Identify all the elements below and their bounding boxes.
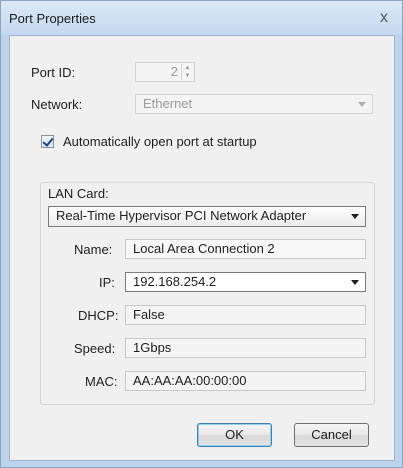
name-label: Name: [74,242,113,257]
name-value: Local Area Connection 2 [133,241,275,256]
speed-field[interactable]: 1Gbps [125,338,366,358]
network-value: Ethernet [143,96,193,111]
port-id-spinner[interactable]: 2 ▲ ▼ [135,62,195,82]
speed-value: 1Gbps [133,340,172,355]
ip-value: 192.168.254.2 [133,274,217,289]
chevron-down-icon[interactable] [358,102,366,107]
title-bar[interactable]: Port Properties x [1,1,402,35]
autostart-label[interactable]: Automatically open port at startup [63,134,257,149]
spinner-arrows-icon[interactable]: ▲ ▼ [181,64,193,80]
port-id-value: 2 [170,64,178,79]
ip-combobox[interactable]: 192.168.254.2 [125,272,366,292]
port-id-label: Port ID: [31,65,76,80]
ip-label: IP: [99,275,115,290]
dhcp-label: DHCP: [78,308,119,323]
autostart-checkbox[interactable] [41,135,54,148]
chevron-down-icon[interactable] [351,214,359,219]
network-label: Network: [31,97,83,112]
dialog-client-area: Port ID: 2 ▲ ▼ Network: Ethernet Automati… [9,35,395,461]
network-combobox[interactable]: Ethernet [135,94,373,114]
dhcp-field[interactable]: False [125,305,366,325]
port-properties-dialog: Port Properties x Port ID: 2 ▲ ▼ Network:… [0,0,403,468]
mac-label: MAC: [85,374,118,389]
mac-field[interactable]: AA:AA:AA:00:00:00 [125,371,366,391]
lan-card-group-label: LAN Card: [48,186,109,201]
mac-value: AA:AA:AA:00:00:00 [133,373,247,388]
ok-button[interactable]: OK [197,423,272,447]
close-icon[interactable]: x [374,8,394,28]
chevron-down-icon[interactable] [351,280,359,285]
lan-adapter-combobox[interactable]: Real-Time Hypervisor PCI Network Adapter [48,206,366,227]
dhcp-value: False [133,307,165,322]
cancel-button[interactable]: Cancel [294,423,369,447]
speed-label: Speed: [74,341,116,356]
lan-adapter-value: Real-Time Hypervisor PCI Network Adapter [56,208,307,223]
name-field[interactable]: Local Area Connection 2 [125,239,366,259]
dialog-title: Port Properties [9,11,96,26]
